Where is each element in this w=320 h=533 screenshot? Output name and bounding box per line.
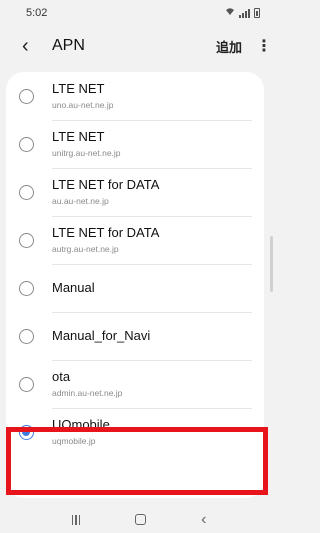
apn-name: UQmobile xyxy=(52,417,110,432)
apn-name: ota xyxy=(52,369,71,384)
apn-name: LTE NET for DATA xyxy=(52,177,160,192)
scrollbar[interactable] xyxy=(270,236,273,292)
apn-item-uqmobile[interactable]: UQmobile uqmobile.jp xyxy=(6,408,264,456)
add-button[interactable]: 追加 xyxy=(216,37,242,56)
more-vert-icon[interactable]: ⋮ xyxy=(256,36,272,56)
apn-item-ota[interactable]: ota admin.au-net.ne.jp xyxy=(6,360,264,408)
back-icon: ‹ xyxy=(201,510,207,528)
status-bar: 5:02 xyxy=(0,0,278,26)
radio-button[interactable] xyxy=(19,184,34,200)
signal-icon xyxy=(239,8,250,18)
radio-button[interactable] xyxy=(19,280,34,296)
home-button[interactable] xyxy=(135,514,147,525)
apn-name: Manual xyxy=(52,280,95,295)
apn-url: uqmobile.jp xyxy=(52,436,96,446)
radio-button[interactable] xyxy=(19,232,34,248)
apn-name: LTE NET xyxy=(52,129,105,144)
navigation-bar: ‹ xyxy=(0,506,278,533)
battery-icon xyxy=(254,8,260,18)
apn-item-manual-for-navi[interactable]: Manual_for_Navi xyxy=(6,312,264,360)
apn-item-lte-net-uno[interactable]: LTE NET uno.au-net.ne.jp xyxy=(6,72,264,120)
apn-url: uno.au-net.ne.jp xyxy=(52,100,114,110)
back-arrow-icon[interactable]: ‹ xyxy=(22,36,42,56)
apn-url: unitrg.au-net.ne.jp xyxy=(52,148,121,158)
page-title: APN xyxy=(52,37,85,54)
apn-url: admin.au-net.ne.jp xyxy=(52,388,123,398)
radio-button[interactable] xyxy=(19,376,34,392)
apn-url: autrg.au-net.ne.jp xyxy=(52,244,119,254)
status-time: 5:02 xyxy=(26,7,48,19)
radio-button[interactable] xyxy=(19,88,34,104)
radio-button[interactable] xyxy=(19,328,34,344)
home-icon xyxy=(135,514,147,525)
back-button[interactable]: ‹ xyxy=(201,511,206,529)
apn-list: LTE NET uno.au-net.ne.jp LTE NET unitrg.… xyxy=(6,72,264,498)
apn-item-lte-net-for-data-autrg[interactable]: LTE NET for DATA autrg.au-net.ne.jp xyxy=(6,216,264,264)
recents-button[interactable] xyxy=(71,514,81,525)
radio-button-selected[interactable] xyxy=(19,424,34,440)
apn-name: LTE NET xyxy=(52,81,105,96)
apn-item-manual[interactable]: Manual xyxy=(6,264,264,312)
apn-url: au.au-net.ne.jp xyxy=(52,196,109,206)
status-icons xyxy=(225,7,260,19)
wifi-icon xyxy=(225,7,235,19)
apn-name: LTE NET for DATA xyxy=(52,225,160,240)
apn-item-lte-net-unitrg[interactable]: LTE NET unitrg.au-net.ne.jp xyxy=(6,120,264,168)
app-bar: ‹ APN 追加 ⋮ xyxy=(0,26,278,66)
apn-name: Manual_for_Navi xyxy=(52,328,151,343)
apn-item-lte-net-for-data-au[interactable]: LTE NET for DATA au.au-net.ne.jp xyxy=(6,168,264,216)
radio-button[interactable] xyxy=(19,136,34,152)
recents-icon xyxy=(71,514,81,525)
